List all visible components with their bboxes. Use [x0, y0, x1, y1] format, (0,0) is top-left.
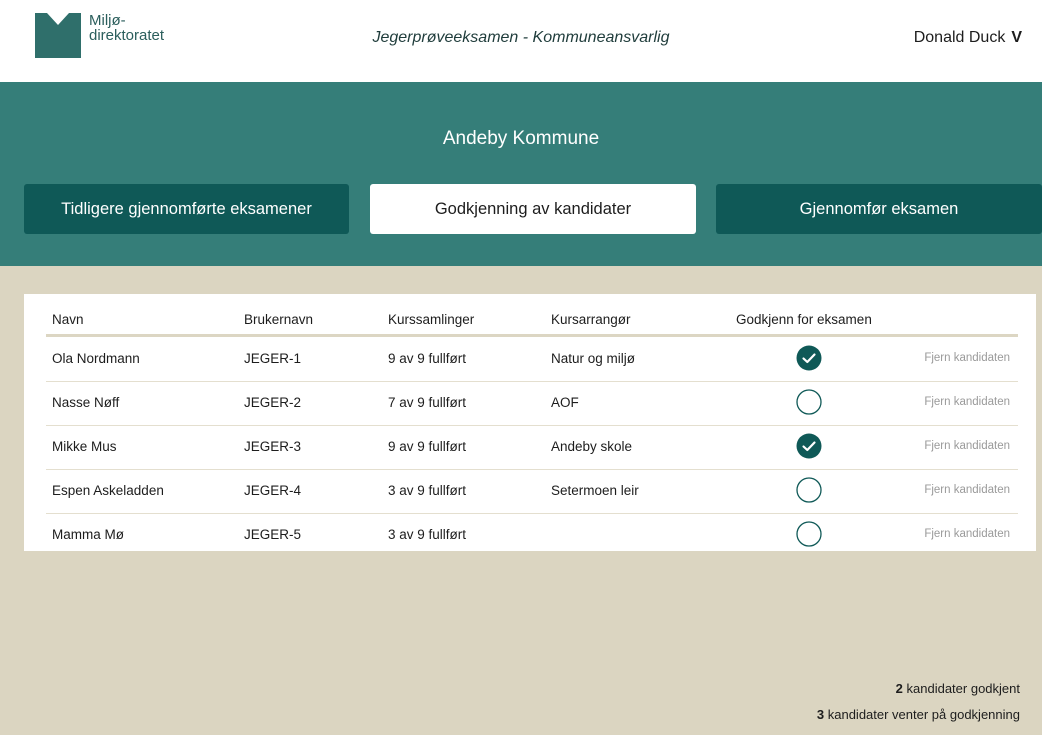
top-bar: Miljø- direktoratet Jegerprøveeksamen - …	[0, 0, 1042, 82]
approve-checkbox-checked-icon[interactable]	[796, 433, 822, 459]
cell-username: JEGER-1	[244, 351, 302, 366]
approve-checkbox-empty-icon[interactable]	[796, 477, 822, 503]
cell-name: Ola Nordmann	[52, 351, 140, 366]
pending-summary: 3 kandidater venter på godkjenning	[817, 707, 1020, 722]
pending-text: kandidater venter på godkjenning	[824, 707, 1020, 722]
approved-text: kandidater godkjent	[902, 681, 1020, 696]
candidates-table: Navn Brukernavn Kurssamlinger Kursarrang…	[24, 294, 1036, 551]
approved-summary: 2 kandidater godkjent	[896, 681, 1020, 696]
table-row: Mamma Mø JEGER-5 3 av 9 fullført Fjern k…	[46, 513, 1018, 557]
cell-organizer: Natur og miljø	[551, 351, 636, 366]
remove-candidate-link[interactable]: Fjern kandidaten	[924, 396, 1010, 408]
cell-organizer: Setermoen leir	[551, 483, 639, 498]
remove-candidate-link[interactable]: Fjern kandidaten	[924, 440, 1010, 452]
user-menu[interactable]: Donald Duck V	[914, 29, 1022, 47]
cell-username: JEGER-3	[244, 439, 302, 454]
cell-name: Nasse Nøff	[52, 395, 120, 410]
tab-run-exam[interactable]: Gjennomfør eksamen	[716, 184, 1042, 234]
remove-candidate-link[interactable]: Fjern kandidaten	[924, 352, 1010, 364]
remove-candidate-link[interactable]: Fjern kandidaten	[924, 528, 1010, 540]
cell-sessions: 7 av 9 fullført	[388, 395, 467, 410]
cell-sessions: 9 av 9 fullført	[388, 351, 467, 366]
cell-username: JEGER-4	[244, 483, 302, 498]
table-row: Nasse Nøff JEGER-2 7 av 9 fullført AOF F…	[46, 381, 1018, 426]
column-header-organizer: Kursarrangør	[551, 312, 631, 327]
column-header-approve: Godkjenn for eksamen	[736, 312, 872, 327]
approve-checkbox-empty-icon[interactable]	[796, 389, 822, 415]
cell-name: Mamma Mø	[52, 527, 124, 542]
tab-previous-exams[interactable]: Tidligere gjennomførte eksamener	[24, 184, 349, 234]
cell-name: Espen Askeladden	[52, 483, 164, 498]
approve-checkbox-checked-icon[interactable]	[796, 345, 822, 371]
cell-organizer: Andeby skole	[551, 439, 633, 454]
user-name: Donald Duck	[913, 29, 1006, 46]
table-row: Mikke Mus JEGER-3 9 av 9 fullført Andeby…	[46, 425, 1018, 470]
approve-checkbox-empty-icon[interactable]	[796, 521, 822, 547]
approved-count: 2	[895, 681, 903, 696]
column-header-sessions: Kurssamlinger	[388, 312, 475, 327]
cell-sessions: 3 av 9 fullført	[388, 527, 467, 542]
hero-band	[0, 82, 1042, 266]
cell-name: Mikke Mus	[52, 439, 117, 454]
app-title: Jegerprøveeksamen - Kommuneansvarlig	[372, 29, 670, 46]
chevron-down-icon: V	[1011, 29, 1022, 46]
municipality-title: Andeby Kommune	[442, 128, 600, 149]
column-header-username: Brukernavn	[244, 312, 314, 327]
column-header-name: Navn	[52, 312, 84, 327]
cell-organizer: AOF	[551, 395, 579, 410]
cell-username: JEGER-5	[244, 527, 302, 542]
tab-approve-candidates[interactable]: Godkjenning av kandidater	[370, 184, 696, 234]
cell-sessions: 3 av 9 fullført	[388, 483, 467, 498]
table-row: Ola Nordmann JEGER-1 9 av 9 fullført Nat…	[46, 337, 1018, 382]
remove-candidate-link[interactable]: Fjern kandidaten	[924, 484, 1010, 496]
table-row: Espen Askeladden JEGER-4 3 av 9 fullført…	[46, 469, 1018, 514]
cell-username: JEGER-2	[244, 395, 302, 410]
logo-line-1: Miljø-	[89, 12, 126, 29]
cell-sessions: 9 av 9 fullført	[388, 439, 467, 454]
